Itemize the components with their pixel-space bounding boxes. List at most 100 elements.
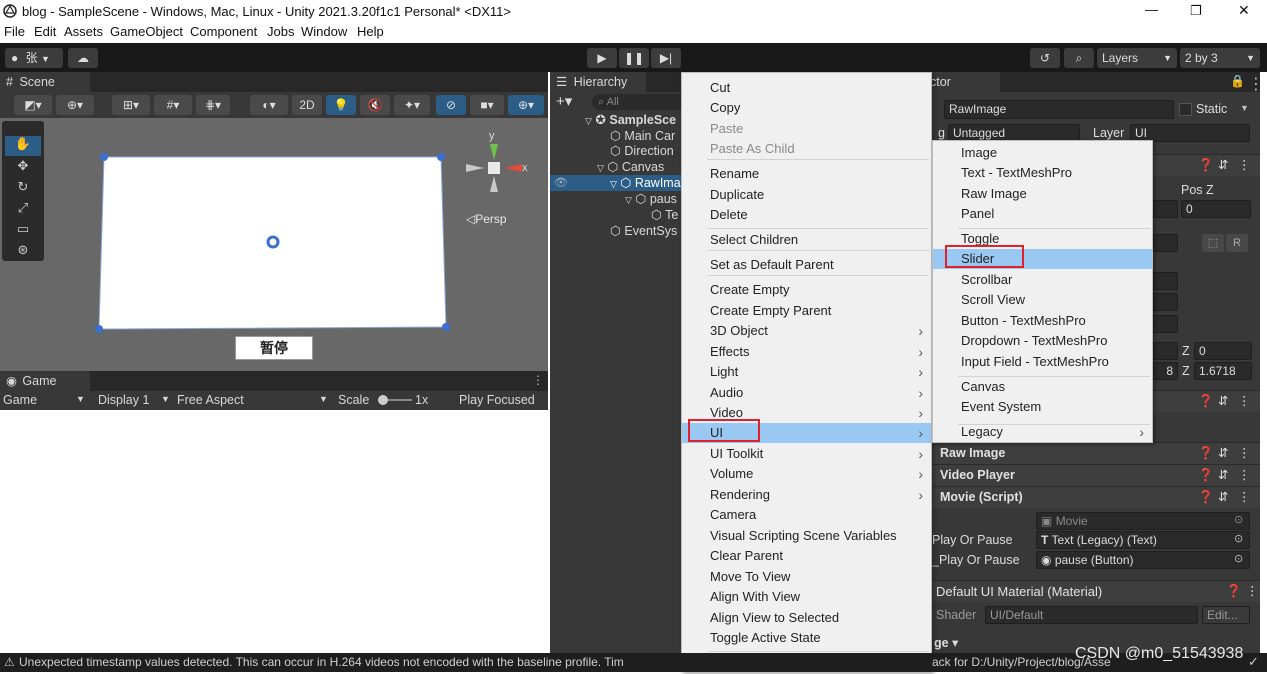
chevron-down-icon[interactable]: ▼ — [1240, 103, 1249, 113]
object-name-field[interactable]: RawImage — [944, 100, 1174, 119]
context-menu-item-3d-object[interactable]: 3D Object › — [682, 321, 931, 341]
object-picker-icon[interactable]: ⊙ — [1234, 513, 1243, 526]
more-options-icon[interactable]: ⋮ — [1246, 581, 1259, 602]
more-options-icon[interactable]: ⋮ — [1238, 465, 1251, 486]
hidden-objects-toggle[interactable]: ⊘ — [436, 95, 466, 115]
preview-label[interactable]: ge ▾ — [934, 635, 958, 650]
hierarchy-item-samplescene[interactable]: ▽ ✪ SampleSce — [585, 112, 676, 128]
preset-icon[interactable]: ⇵ — [1218, 487, 1228, 508]
context-menu-item-volume[interactable]: Volume › — [682, 464, 931, 484]
minimize-button[interactable]: — — [1145, 2, 1158, 17]
increment-dropdown[interactable]: ⋕▾ — [196, 95, 230, 115]
ui-submenu-item-scroll-view[interactable]: Scroll View — [933, 290, 1152, 310]
hierarchy-search-input[interactable]: ⌕ All — [592, 94, 692, 110]
menu-jobs[interactable]: Jobs — [267, 24, 294, 39]
tab-game[interactable]: ◉ Game — [0, 371, 90, 391]
pivot-dropdown[interactable]: ⊕▾ — [56, 95, 94, 115]
context-menu-item-light[interactable]: Light › — [682, 362, 931, 382]
context-menu-item-align-view-to-selected[interactable]: Align View to Selected — [682, 608, 931, 628]
video-player-component-header[interactable]: Video Player ❓ ⇵ ⋮ — [930, 464, 1260, 486]
history-button[interactable]: ↺ — [1030, 48, 1060, 68]
more-options-icon[interactable]: ⋮ — [532, 373, 544, 387]
material-header[interactable]: Default UI Material (Material) ❓ ⋮ — [930, 580, 1260, 602]
preset-icon[interactable]: ⇵ — [1218, 443, 1228, 464]
shading-dropdown[interactable]: ◐▾ — [250, 95, 288, 115]
cloud-button[interactable]: ☁ — [68, 48, 98, 68]
menu-assets[interactable]: Assets — [64, 24, 103, 39]
more-options-icon[interactable]: ⋮ — [1238, 391, 1251, 412]
persp-label[interactable]: ◁Persp — [466, 212, 507, 226]
help-icon[interactable]: ❓ — [1198, 465, 1214, 486]
context-menu-item-create-empty-parent[interactable]: Create Empty Parent — [682, 301, 931, 321]
more-options-icon[interactable]: ⋮ — [1248, 74, 1264, 94]
context-menu-item-set-as-default-parent[interactable]: Set as Default Parent — [682, 255, 931, 275]
scale-z-field[interactable]: 1.6718 — [1194, 362, 1252, 380]
context-menu-item-create-empty[interactable]: Create Empty — [682, 280, 931, 300]
ui-submenu-item-button-textmeshpro[interactable]: Button - TextMeshPro — [933, 311, 1152, 331]
hierarchy-item-directional-light[interactable]: ⬡ Direction — [610, 143, 674, 159]
menu-window[interactable]: Window — [301, 24, 347, 39]
ui-submenu-item-text-textmeshpro[interactable]: Text - TextMeshPro — [933, 163, 1152, 183]
pause-ui-button[interactable]: 暂停 — [235, 336, 313, 360]
lighting-toggle[interactable]: 💡 — [326, 95, 356, 115]
preset-icon[interactable]: ⇵ — [1218, 465, 1228, 486]
step-button[interactable]: ▶| — [651, 48, 681, 68]
game-viewport[interactable] — [0, 410, 548, 653]
help-icon[interactable]: ❓ — [1226, 581, 1242, 602]
context-menu-item-delete[interactable]: Delete — [682, 205, 931, 225]
play-or-pause-field[interactable]: T Text (Legacy) (Text) — [1036, 531, 1250, 549]
hierarchy-item-text[interactable]: ⬡ Te — [651, 207, 678, 223]
gizmos-dropdown[interactable]: ⊕▾ — [508, 95, 544, 115]
more-options-icon[interactable]: ⋮ — [1238, 155, 1251, 176]
context-menu-item-cut[interactable]: Cut — [682, 78, 931, 98]
tab-inspector[interactable]: ctor — [930, 72, 1000, 92]
shader-edit-button[interactable]: Edit... — [1202, 606, 1250, 624]
raw-image-component-header[interactable]: Raw Image ❓ ⇵ ⋮ — [930, 442, 1260, 464]
more-options-icon[interactable]: ⋮ — [1238, 487, 1251, 508]
game-view-dropdown[interactable]: Game — [3, 393, 37, 407]
ui-submenu-item-raw-image[interactable]: Raw Image — [933, 184, 1152, 204]
context-menu-item-toggle-active-state[interactable]: Toggle Active State — [682, 628, 931, 648]
play-button[interactable]: ▶ — [587, 48, 617, 68]
hierarchy-item-eventsystem[interactable]: ⬡ EventSys — [610, 223, 677, 239]
menu-edit[interactable]: Edit — [34, 24, 56, 39]
context-menu-item-duplicate[interactable]: Duplicate — [682, 185, 931, 205]
context-menu-item-select-children[interactable]: Select Children — [682, 230, 931, 250]
scene-viewport[interactable]: ✋ ✥ ↻ ⤢ ▭ ⊛ 暂停 y x ◁Persp — [0, 118, 548, 371]
help-icon[interactable]: ❓ — [1198, 391, 1214, 412]
help-icon[interactable]: ❓ — [1198, 155, 1214, 176]
hierarchy-item-main-camera[interactable]: ⬡ Main Car — [610, 128, 675, 144]
status-message[interactable]: Unexpected timestamp values detected. Th… — [19, 655, 681, 669]
context-menu-item-audio[interactable]: Audio › — [682, 383, 931, 403]
play-focused-dropdown[interactable]: Play Focused — [459, 393, 535, 407]
search-button[interactable]: ⌕ — [1064, 48, 1094, 68]
menu-gameobject[interactable]: GameObject — [110, 24, 183, 39]
help-icon[interactable]: ❓ — [1198, 487, 1214, 508]
ui-submenu-item-panel[interactable]: Panel — [933, 204, 1152, 224]
draw-mode-dropdown[interactable]: ◩▾ — [14, 95, 52, 115]
hierarchy-item-canvas[interactable]: ▽ ⬡ Canvas — [597, 159, 664, 175]
scale-slider[interactable] — [378, 395, 412, 405]
effects-dropdown[interactable]: ✦▾ — [394, 95, 430, 115]
ui-submenu-item-legacy[interactable]: Legacy › — [933, 422, 1152, 442]
tab-scene[interactable]: # Scene — [0, 72, 90, 92]
more-options-icon[interactable]: ⋮ — [1238, 443, 1251, 464]
menu-help[interactable]: Help — [357, 24, 384, 39]
lock-icon[interactable]: 🔒 — [1230, 74, 1245, 88]
menu-component[interactable]: Component — [190, 24, 257, 39]
ui-submenu-item-image[interactable]: Image — [933, 143, 1152, 163]
context-menu-item-copy[interactable]: Copy — [682, 98, 931, 118]
context-menu-item-rendering[interactable]: Rendering › — [682, 485, 931, 505]
context-menu-item-align-with-view[interactable]: Align With View — [682, 587, 931, 607]
raw-edit-button[interactable]: R — [1226, 234, 1248, 252]
toggle-2d-button[interactable]: 2D — [292, 95, 322, 115]
object-picker-icon[interactable]: ⊙ — [1234, 532, 1243, 545]
ui-submenu-item-canvas[interactable]: Canvas — [933, 377, 1152, 397]
static-checkbox[interactable] — [1179, 103, 1192, 116]
ui-submenu-item-dropdown-textmeshpro[interactable]: Dropdown - TextMeshPro — [933, 331, 1152, 351]
menu-file[interactable]: File — [4, 24, 25, 39]
aspect-dropdown[interactable]: Free Aspect — [177, 393, 244, 407]
layout-dropdown[interactable]: 2 by 3 ▼ — [1180, 48, 1260, 68]
help-icon[interactable]: ❓ — [1198, 443, 1214, 464]
snap-dropdown[interactable]: ⊞▾ — [112, 95, 150, 115]
